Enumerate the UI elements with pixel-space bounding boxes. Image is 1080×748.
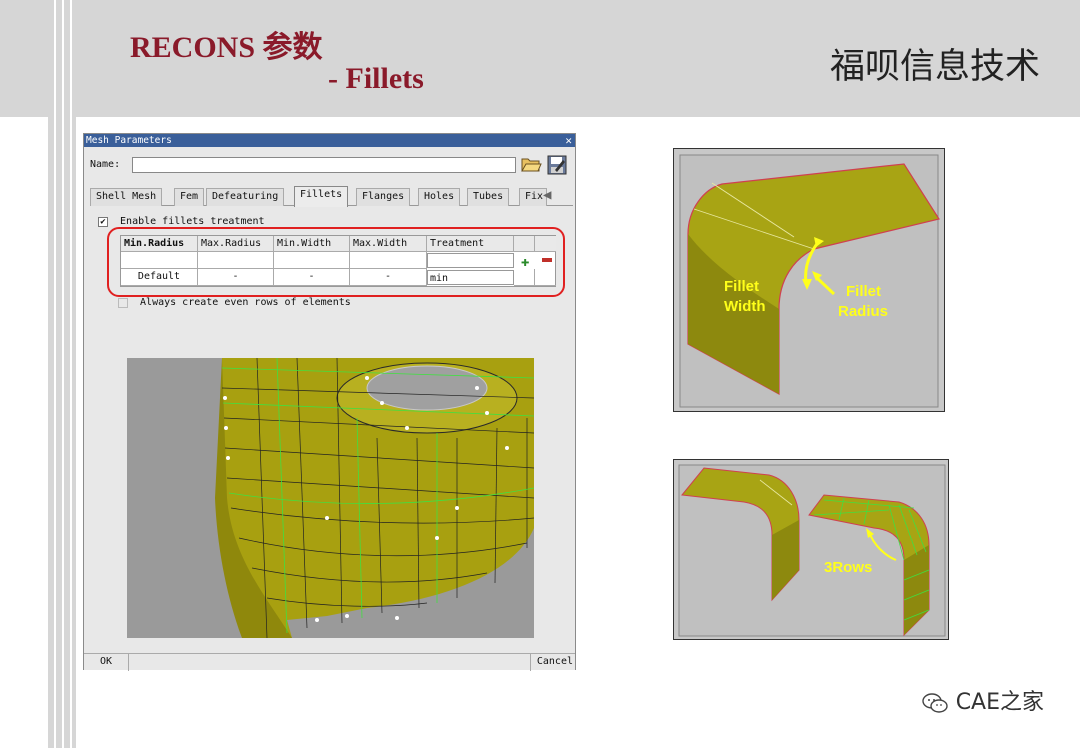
enable-fillets-checkbox[interactable]: ✔ — [98, 216, 108, 227]
enable-fillets-row: ✔ Enable fillets treatment — [98, 216, 265, 228]
left-vertical-line — [70, 0, 72, 748]
three-rows-label: 3Rows — [824, 559, 873, 576]
tab-fem[interactable]: Fem — [174, 188, 205, 206]
fillet-width-label-line1: Fillet — [724, 278, 760, 295]
fillet-radius-label-line2: Radius — [838, 303, 889, 320]
dialog-title: Mesh Parameters — [86, 135, 172, 146]
fillet-surface-drawing — [679, 154, 940, 408]
name-row: Name: — [90, 154, 570, 176]
slide: { "header": { "title": "RECONS 参数", "sub… — [0, 0, 1080, 748]
tab-holes[interactable]: Holes — [418, 188, 461, 206]
fillet-width-label-line2: Width — [724, 298, 766, 315]
fillet-rows-drawing — [678, 464, 946, 637]
tab-shell-mesh[interactable]: Shell Mesh — [90, 188, 163, 206]
tab-bar: Shell Mesh Fem Defeaturing Fillets Flang… — [90, 186, 573, 207]
even-rows-label: Always create even rows of elements — [140, 297, 351, 308]
open-folder-icon[interactable] — [520, 154, 542, 174]
slide-subtitle: - Fillets — [328, 62, 424, 95]
tab-tubes[interactable]: Tubes — [467, 188, 510, 206]
mesh-preview — [127, 358, 534, 638]
tab-defeaturing[interactable]: Defeaturing — [206, 188, 285, 206]
dialog-footer: OK Cancel — [84, 653, 575, 671]
fillet-illustration: Fillet Width Fillet Radius — [673, 148, 945, 412]
dialog-titlebar: Mesh Parameters ✕ — [84, 134, 575, 147]
watermark: CAE之家 — [921, 684, 1044, 716]
left-vertical-line — [54, 0, 56, 748]
table-highlight-ring — [107, 227, 565, 297]
name-input[interactable] — [132, 157, 516, 173]
cancel-button[interactable]: Cancel — [529, 654, 573, 671]
fillet-radius-label-line1: Fillet — [846, 283, 882, 300]
tab-scroll-left-icon[interactable]: ◀ — [543, 187, 571, 205]
save-icon[interactable] — [546, 154, 568, 176]
enable-fillets-label: Enable fillets treatment — [120, 216, 265, 227]
fillet-rows-illustration: 3Rows — [673, 459, 949, 640]
ok-button[interactable]: OK — [84, 654, 129, 671]
wechat-icon — [921, 693, 948, 713]
tab-fillets[interactable]: Fillets — [294, 186, 349, 207]
mesh-parameters-dialog: Mesh Parameters ✕ Name: Shell Mesh Fem D… — [83, 133, 576, 671]
slide-title: RECONS 参数 — [130, 31, 323, 64]
even-rows-row: Always create even rows of elements — [118, 297, 351, 309]
tab-flanges[interactable]: Flanges — [356, 188, 411, 206]
watermark-text: CAE之家 — [955, 690, 1044, 715]
brand-name: 福呗信息技术 — [829, 47, 1040, 87]
left-vertical-line — [62, 0, 64, 748]
even-rows-checkbox[interactable] — [118, 297, 128, 308]
name-label: Name: — [90, 159, 121, 170]
close-icon[interactable]: ✕ — [565, 134, 572, 147]
